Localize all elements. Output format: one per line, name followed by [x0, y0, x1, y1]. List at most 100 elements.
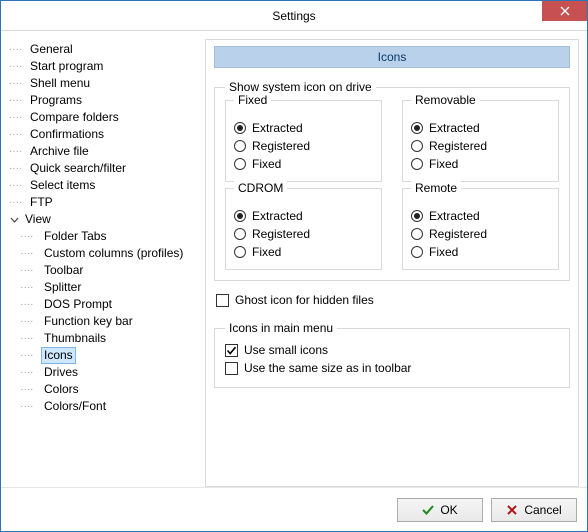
titlebar: Settings	[1, 1, 587, 31]
tree-guide-icon: ····	[9, 245, 41, 262]
tree-item[interactable]: ····DOS Prompt	[9, 296, 199, 313]
tree-guide-icon: ····	[9, 92, 27, 109]
tree-item[interactable]: ····Quick search/filter	[9, 160, 199, 177]
tree-item[interactable]: ····Shell menu	[9, 75, 199, 92]
drive-subgroup: RemoteExtractedRegisteredFixed	[402, 188, 559, 270]
close-button[interactable]	[542, 1, 587, 21]
tree-guide-icon: ····	[9, 228, 41, 245]
tree-item[interactable]: ····Confirmations	[9, 126, 199, 143]
radio-icon	[411, 122, 423, 134]
checkbox-icon	[225, 344, 238, 357]
tree-guide-icon: ····	[9, 398, 41, 415]
radio-option[interactable]: Fixed	[234, 155, 373, 173]
radio-option[interactable]: Fixed	[411, 155, 550, 173]
tree-item[interactable]: ····Programs	[9, 92, 199, 109]
ghost-icon-checkbox[interactable]: Ghost icon for hidden files	[216, 291, 570, 309]
body: ····General····Start program····Shell me…	[1, 31, 587, 487]
tree-item[interactable]: ····Colors	[9, 381, 199, 398]
small-icons-label: Use small icons	[244, 343, 328, 357]
radio-label: Registered	[252, 227, 310, 241]
settings-panel: Icons Show system icon on drive FixedExt…	[205, 39, 579, 487]
same-size-checkbox[interactable]: Use the same size as in toolbar	[225, 359, 559, 377]
tree-item[interactable]: ····Icons	[9, 347, 199, 364]
radio-label: Extracted	[429, 121, 480, 135]
tree-guide-icon: ····	[9, 330, 41, 347]
tree-guide-icon: ····	[9, 381, 41, 398]
radio-option[interactable]: Registered	[234, 225, 373, 243]
radio-icon	[234, 122, 246, 134]
ghost-icon-label: Ghost icon for hidden files	[235, 293, 374, 307]
drive-subgroup: FixedExtractedRegisteredFixed	[225, 100, 382, 182]
radio-option[interactable]: Extracted	[411, 119, 550, 137]
tree-item[interactable]: ····Drives	[9, 364, 199, 381]
tree-guide-icon: ····	[9, 109, 27, 126]
tree-item[interactable]: ····FTP	[9, 194, 199, 211]
tree-guide-icon: ····	[9, 313, 41, 330]
dialog-footer: OK Cancel	[1, 487, 587, 531]
tree-guide-icon: ····	[9, 126, 27, 143]
tree-item[interactable]: ····Select items	[9, 177, 199, 194]
drive-subgroup: RemovableExtractedRegisteredFixed	[402, 100, 559, 182]
checkbox-icon	[216, 294, 229, 307]
tree-guide-icon: ····	[9, 364, 41, 381]
tree-guide-icon: ····	[9, 75, 27, 92]
radio-icon	[234, 246, 246, 258]
tree-item[interactable]: ····General	[9, 41, 199, 58]
tree-item[interactable]: ····Toolbar	[9, 262, 199, 279]
tree-item-label: Custom columns (profiles)	[41, 245, 186, 262]
tree-item-label: Compare folders	[27, 109, 122, 126]
radio-label: Fixed	[252, 157, 281, 171]
tree-item-label: View	[22, 211, 54, 228]
radio-label: Fixed	[429, 245, 458, 259]
tree-item[interactable]: ····Compare folders	[9, 109, 199, 126]
tree-item-label: General	[27, 41, 76, 58]
tree-item[interactable]: ····Thumbnails	[9, 330, 199, 347]
small-icons-checkbox[interactable]: Use small icons	[225, 341, 559, 359]
tree-item-label: Thumbnails	[41, 330, 109, 347]
tree-item[interactable]: ····Function key bar	[9, 313, 199, 330]
tree-item-label: Splitter	[41, 279, 84, 296]
tree-guide-icon: ····	[9, 296, 41, 313]
radio-icon	[234, 158, 246, 170]
tree-item[interactable]: ····Custom columns (profiles)	[9, 245, 199, 262]
window-title: Settings	[272, 9, 315, 23]
tree-item-label: Start program	[27, 58, 106, 75]
radio-label: Fixed	[429, 157, 458, 171]
tree-item-label: Shell menu	[27, 75, 93, 92]
settings-tree[interactable]: ····General····Start program····Shell me…	[9, 39, 199, 487]
drive-icons-group: Show system icon on drive FixedExtracted…	[214, 80, 570, 281]
tree-item[interactable]: ····Splitter	[9, 279, 199, 296]
tree-item-label: Archive file	[27, 143, 92, 160]
tree-item[interactable]: View	[9, 211, 199, 228]
tree-item-label: Quick search/filter	[27, 160, 129, 177]
cancel-button[interactable]: Cancel	[491, 498, 577, 522]
drive-subgroup-title: CDROM	[234, 181, 287, 195]
tree-item[interactable]: ····Folder Tabs	[9, 228, 199, 245]
tree-item[interactable]: ····Archive file	[9, 143, 199, 160]
radio-option[interactable]: Registered	[234, 137, 373, 155]
tree-item-label: Programs	[27, 92, 85, 109]
radio-option[interactable]: Extracted	[411, 207, 550, 225]
radio-icon	[411, 228, 423, 240]
radio-option[interactable]: Registered	[411, 225, 550, 243]
radio-option[interactable]: Fixed	[411, 243, 550, 261]
radio-icon	[234, 228, 246, 240]
radio-option[interactable]: Extracted	[234, 119, 373, 137]
radio-option[interactable]: Fixed	[234, 243, 373, 261]
radio-option[interactable]: Extracted	[234, 207, 373, 225]
tree-item-label: Folder Tabs	[41, 228, 109, 245]
radio-label: Extracted	[429, 209, 480, 223]
ok-label: OK	[440, 503, 457, 517]
drive-subgroup-title: Remote	[411, 181, 461, 195]
radio-option[interactable]: Registered	[411, 137, 550, 155]
radio-label: Extracted	[252, 209, 303, 223]
cancel-icon	[506, 504, 518, 516]
chevron-down-icon[interactable]	[9, 214, 20, 225]
tree-item[interactable]: ····Start program	[9, 58, 199, 75]
tree-item-label: Toolbar	[41, 262, 86, 279]
ok-button[interactable]: OK	[397, 498, 483, 522]
tree-item[interactable]: ····Colors/Font	[9, 398, 199, 415]
tree-guide-icon: ····	[9, 41, 27, 58]
settings-window: Settings ····General····Start program···…	[0, 0, 588, 532]
same-size-label: Use the same size as in toolbar	[244, 361, 411, 375]
